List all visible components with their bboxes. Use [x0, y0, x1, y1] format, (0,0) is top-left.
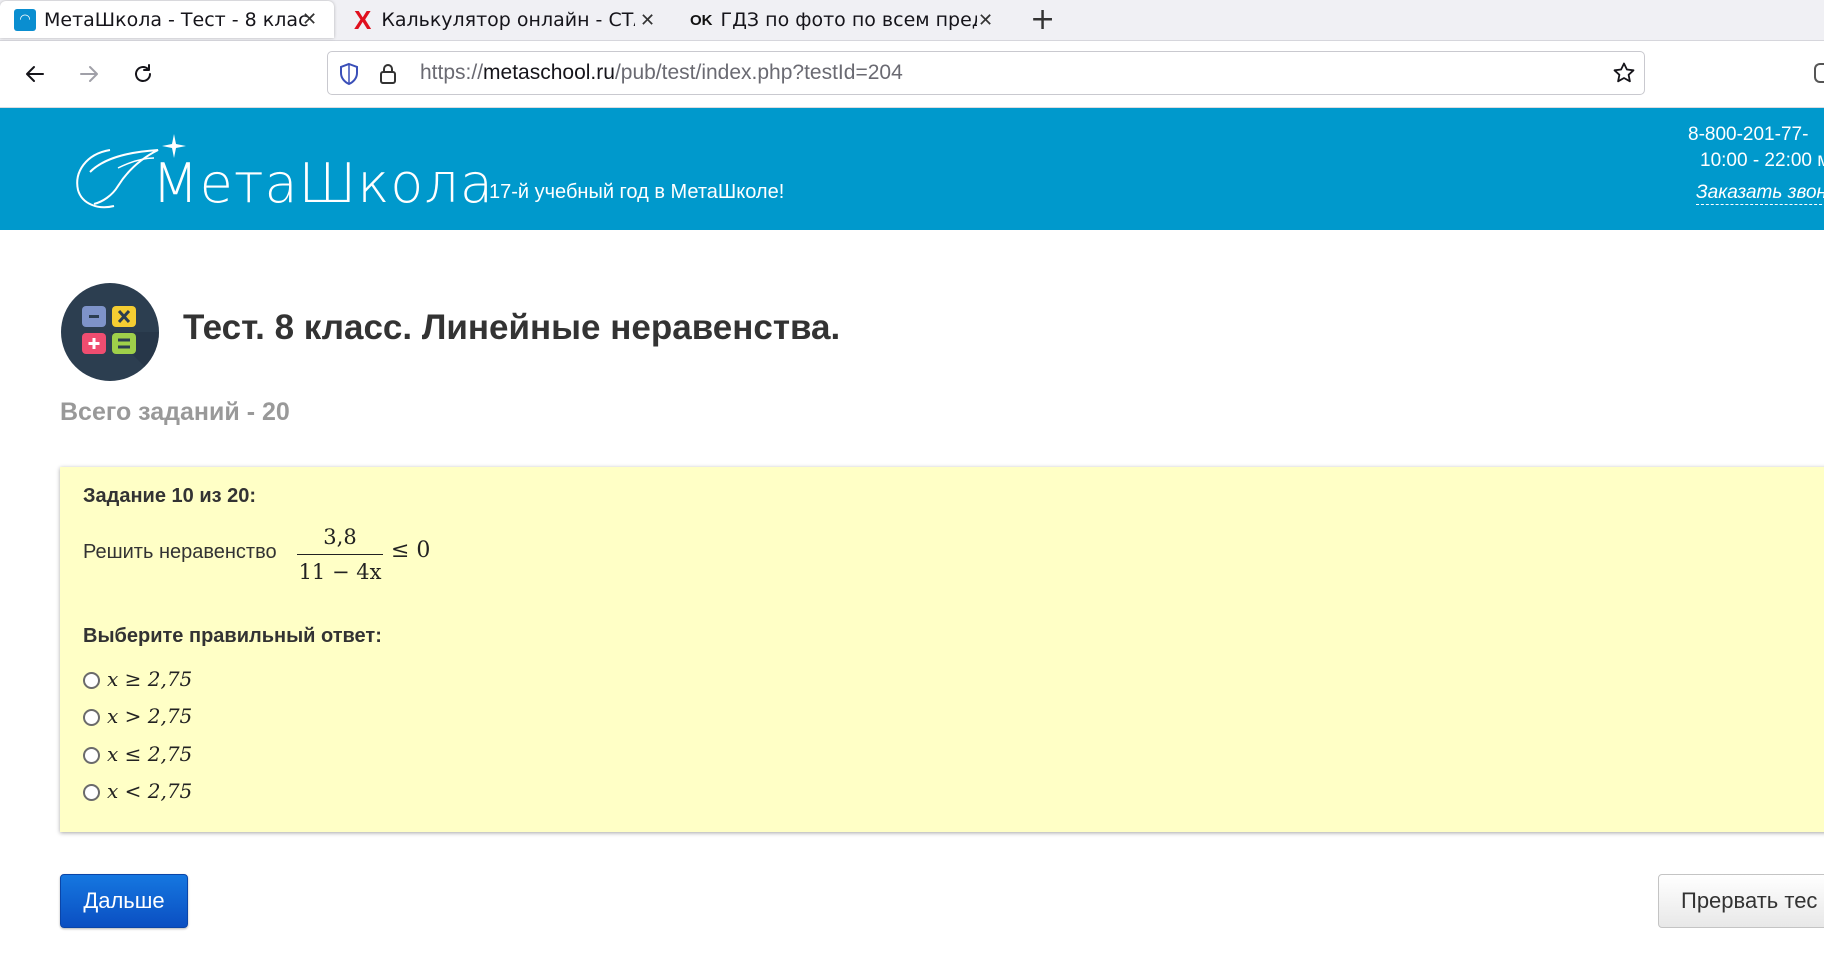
new-tab-button[interactable]: +	[1030, 2, 1055, 37]
logo-text: МетаШкола	[152, 152, 494, 215]
site-tagline: 17-й учебный год в МетаШколе!	[489, 181, 785, 203]
tracking-protection-shield-icon[interactable]	[338, 62, 360, 90]
tab-title: МетаШкола - Тест - 8 клас	[44, 8, 309, 31]
lock-icon[interactable]	[378, 62, 398, 90]
fraction-bar	[297, 554, 383, 555]
browser-tab-bar: ◠ МетаШкола - Тест - 8 клас ✕ X Калькуля…	[0, 0, 1824, 41]
order-callback-link[interactable]: Заказать звон	[1696, 182, 1824, 205]
url-host: metaschool.ru	[483, 61, 615, 84]
url-path: /pub/test/index.php?testId=204	[614, 61, 903, 84]
url-scheme: https://	[420, 61, 484, 84]
tab-metaschool[interactable]: ◠ МетаШкола - Тест - 8 клас ✕	[0, 1, 334, 38]
url-text[interactable]: https://metaschool.ru/pub/test/index.php…	[420, 61, 903, 85]
answer-label: x ≤ 2,75	[107, 742, 193, 766]
ok-favicon-icon: OK	[690, 11, 713, 29]
tab-gdz[interactable]: OK ГДЗ по фото по всем пред ✕	[676, 0, 996, 40]
task-fraction: 3,8 11 − 4x	[297, 522, 383, 587]
forward-arrow-icon	[80, 66, 98, 82]
tab-title: ГДЗ по фото по всем пред	[720, 9, 977, 31]
task-card: Задание 10 из 20: Решить неравенство 3,8…	[60, 467, 1824, 832]
choose-answer-label: Выберите правильный ответ:	[83, 625, 382, 647]
answer-label: x < 2,75	[107, 779, 193, 803]
answer-radio[interactable]	[83, 784, 100, 801]
answer-option[interactable]: x ≥ 2,75	[83, 664, 192, 694]
answer-option[interactable]: x < 2,75	[83, 776, 192, 806]
tab-calculator[interactable]: X Калькулятор онлайн - СТА ✕	[340, 0, 660, 40]
close-tab-icon[interactable]: ✕	[978, 10, 993, 31]
answer-radio[interactable]	[83, 747, 100, 764]
answer-option[interactable]: x ≤ 2,75	[83, 739, 192, 769]
address-bar[interactable]: https://metaschool.ru/pub/test/index.php…	[327, 51, 1645, 95]
browser-nav-bar: https://metaschool.ru/pub/test/index.php…	[0, 41, 1824, 108]
page-title: Тест. 8 класс. Линейные неравенства.	[183, 308, 841, 347]
phone-number[interactable]: 8-800-201-77-	[1688, 124, 1808, 146]
close-tab-icon[interactable]: ✕	[640, 10, 655, 31]
abort-test-button[interactable]: Прервать тес	[1658, 874, 1824, 928]
total-tasks-count: Всего заданий - 20	[60, 398, 290, 426]
answer-option[interactable]: x > 2,75	[83, 701, 192, 731]
metaschool-favicon-icon: ◠	[14, 8, 36, 31]
answer-radio[interactable]	[83, 709, 100, 726]
fraction-numerator: 3,8	[323, 525, 357, 549]
answer-label: x > 2,75	[107, 704, 193, 728]
reload-icon	[135, 64, 151, 82]
site-header: МетаШкола 17-й учебный год в МетаШколе! …	[0, 108, 1824, 230]
answer-radio[interactable]	[83, 672, 100, 689]
tab-title: Калькулятор онлайн - СТА	[381, 9, 636, 31]
metaschool-logo[interactable]: МетаШкола	[72, 128, 493, 218]
fraction-denominator: 11 − 4x	[298, 560, 382, 584]
task-prompt: Решить неравенство	[83, 541, 277, 563]
close-tab-icon[interactable]: ✕	[302, 9, 317, 30]
bookmark-star-icon[interactable]	[1612, 61, 1636, 89]
x-favicon-icon: X	[354, 4, 372, 35]
reload-button[interactable]	[126, 57, 160, 91]
working-hours: 10:00 - 22:00 м	[1700, 150, 1824, 171]
answer-label: x ≥ 2,75	[107, 667, 193, 691]
next-button[interactable]: Дальше	[60, 874, 188, 928]
extensions-icon[interactable]	[1814, 63, 1824, 83]
forward-button[interactable]	[72, 57, 106, 91]
back-button[interactable]	[18, 57, 52, 91]
back-arrow-icon	[26, 66, 44, 82]
task-number: Задание 10 из 20:	[83, 485, 257, 507]
inequality-rest: ≤ 0	[391, 538, 431, 563]
calculator-icon	[61, 283, 159, 381]
